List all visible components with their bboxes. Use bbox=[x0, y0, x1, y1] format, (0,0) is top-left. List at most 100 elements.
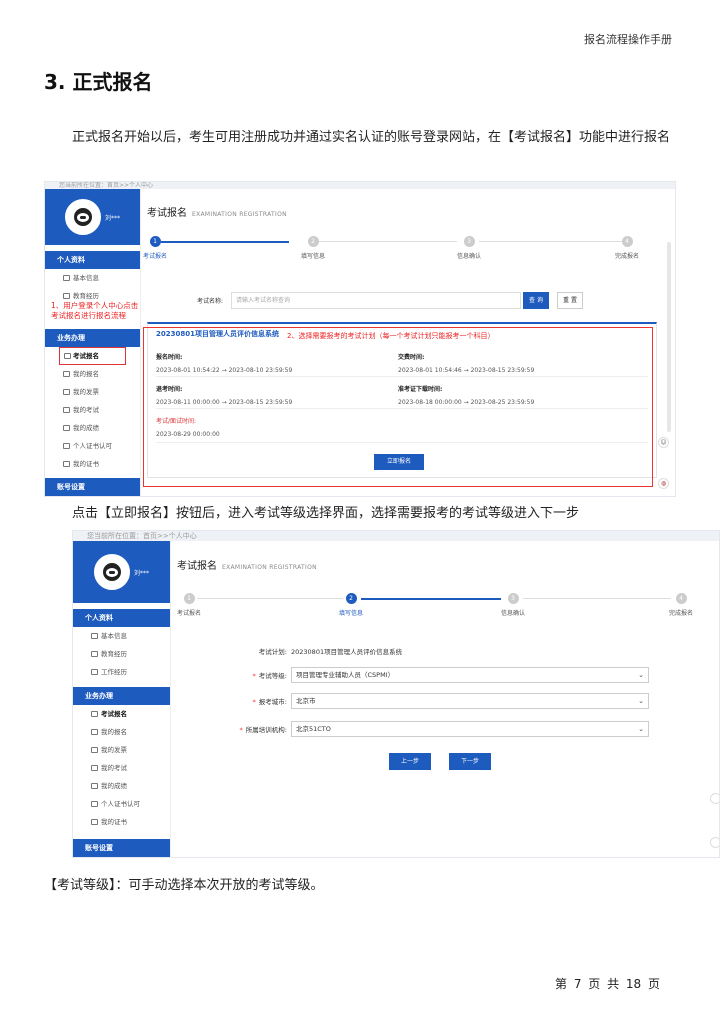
menu-head-business[interactable]: 业务办理 bbox=[45, 329, 140, 347]
city-row: * 报考城市: 北京市 ⌄ bbox=[187, 693, 707, 709]
sidebar-item-work[interactable]: 工作经历 bbox=[73, 663, 170, 681]
sidebar-item-my-invoice[interactable]: 我的发票 bbox=[73, 741, 170, 759]
section-title: 3. 正式报名 bbox=[44, 70, 153, 94]
menu-head-personal[interactable]: 个人资料 bbox=[45, 251, 140, 269]
plan-label: 考试计划: bbox=[258, 648, 287, 656]
avatar-icon[interactable] bbox=[93, 554, 130, 590]
reset-button[interactable]: 重 置 bbox=[557, 292, 583, 309]
step-paragraph: 点击【立即报名】按钮后，进入考试等级选择界面，选择需要报考的考试等级进入下一步 bbox=[72, 506, 580, 521]
step-3: 3 信息确认 bbox=[456, 236, 482, 260]
menu-head-account[interactable]: 账号设置 bbox=[73, 839, 170, 857]
sidebar-item-exam-registration[interactable]: 考试报名 bbox=[73, 705, 170, 723]
certificate-icon bbox=[91, 819, 98, 825]
plan-row: 考试计划: 20230801项目管理人员评价信息系统 bbox=[187, 643, 707, 659]
step-2: 2 填写信息 bbox=[338, 593, 364, 617]
stepper: 1 考试报名 2 填写信息 3 信息确认 4 完成报名 bbox=[177, 593, 711, 623]
sidebar-item-cert-recognition[interactable]: 个人证书认可 bbox=[45, 437, 140, 455]
smile-icon[interactable]: ☺ bbox=[658, 437, 669, 448]
edit-icon bbox=[64, 353, 71, 359]
step-4: 4 完成报名 bbox=[614, 236, 640, 260]
stepper: 1 考试报名 2 填写信息 3 信息确认 4 完成报名 bbox=[143, 236, 657, 266]
user-icon bbox=[63, 275, 70, 281]
step-line bbox=[361, 598, 501, 600]
invoice-icon bbox=[63, 389, 70, 395]
sidebar-item-my-invoice[interactable]: 我的发票 bbox=[45, 383, 140, 401]
main-panel: 考试报名 EXAMINATION REGISTRATION 1 考试报名 2 填写信息… bbox=[143, 194, 657, 487]
step-1: 1 考试报名 bbox=[176, 593, 202, 617]
menu-head-account[interactable]: 账号设置 bbox=[45, 478, 140, 496]
menu-head-business[interactable]: 业务办理 bbox=[73, 687, 170, 705]
panel-title: 考试报名 EXAMINATION REGISTRATION bbox=[177, 561, 317, 572]
score-icon bbox=[91, 783, 98, 789]
side-scroll-icon[interactable] bbox=[710, 793, 719, 804]
edit-icon bbox=[91, 711, 98, 717]
org-label: * 所属培训机构: bbox=[239, 726, 287, 734]
search-row: 考试名称: 请输入考试名称查询 查 询 重 置 bbox=[197, 292, 607, 310]
sidebar-item-exam-registration[interactable]: 考试报名 bbox=[59, 347, 126, 365]
certificate-icon bbox=[63, 443, 70, 449]
step-line bbox=[161, 241, 289, 243]
certificate-icon bbox=[91, 801, 98, 807]
city-select[interactable]: 北京市 ⌄ bbox=[291, 693, 649, 709]
chevron-down-icon: ⌄ bbox=[638, 671, 644, 679]
sidebar-item-my-score[interactable]: 我的成绩 bbox=[45, 419, 140, 437]
intro-paragraph: 正式报名开始以后，考生可用注册成功并通过实名认证的账号登录网站，在【考试报名】功… bbox=[72, 130, 671, 145]
scrollbar[interactable] bbox=[667, 242, 671, 432]
avatar-icon[interactable] bbox=[64, 199, 101, 235]
certificate-icon bbox=[63, 461, 70, 467]
sidebar-item-my-registration[interactable]: 我的报名 bbox=[45, 365, 140, 383]
org-row: * 所属培训机构: 北京51CTO ⌄ bbox=[187, 721, 707, 737]
screenshot-fill-info: 您当前所在位置：首页>>个人中心 刘*** 个人资料 基本信息 教育经历 工作经… bbox=[72, 530, 720, 858]
avatar-area: 刘*** bbox=[45, 189, 140, 245]
sidebar: 刘*** 个人资料 基本信息 教育经历 业务办理 考试报名 我的报名 我的发票 … bbox=[45, 189, 141, 496]
screenshot-exam-registration: 您当前所在位置：首页>>个人中心 刘*** 个人资料 基本信息 教育经历 业务办… bbox=[44, 181, 676, 497]
breadcrumb: 您当前所在位置：首页>>个人中心 bbox=[45, 182, 675, 189]
sidebar-item-my-score[interactable]: 我的成绩 bbox=[73, 777, 170, 795]
sidebar-item-my-exam[interactable]: 我的考试 bbox=[73, 759, 170, 777]
level-label: * 考试等级: bbox=[252, 672, 287, 680]
doc-header: 报名流程操作手册 bbox=[584, 33, 672, 46]
file-icon bbox=[63, 371, 70, 377]
training-org-select[interactable]: 北京51CTO ⌄ bbox=[291, 721, 649, 737]
help-icon[interactable]: ◍ bbox=[658, 478, 669, 489]
level-description: 【考试等级】：可手动选择本次开放的考试等级。 bbox=[44, 878, 324, 893]
invoice-icon bbox=[91, 747, 98, 753]
score-icon bbox=[63, 425, 70, 431]
sidebar-item-basic-info[interactable]: 基本信息 bbox=[45, 269, 140, 287]
city-label: * 报考城市: bbox=[252, 698, 287, 706]
panel-subtitle: EXAMINATION REGISTRATION bbox=[222, 564, 317, 571]
sidebar-item-cert-recognition[interactable]: 个人证书认可 bbox=[73, 795, 170, 813]
book-icon bbox=[63, 407, 70, 413]
annotation-box bbox=[143, 327, 653, 487]
user-name: 刘*** bbox=[133, 569, 149, 577]
panel-title: 考试报名 EXAMINATION REGISTRATION bbox=[147, 208, 287, 219]
sidebar-item-my-registration[interactable]: 我的报名 bbox=[73, 723, 170, 741]
education-icon bbox=[91, 651, 98, 657]
query-button[interactable]: 查 询 bbox=[523, 292, 549, 309]
step-line bbox=[479, 241, 623, 242]
side-scroll-icon[interactable] bbox=[710, 837, 719, 848]
panel-subtitle: EXAMINATION REGISTRATION bbox=[192, 211, 287, 218]
step-line bbox=[523, 598, 671, 599]
main-panel: 考试报名 EXAMINATION REGISTRATION 1 考试报名 2 填写信息… bbox=[177, 547, 711, 849]
exam-level-select[interactable]: 项目管理专业辅助人员（CSPMI） ⌄ bbox=[291, 667, 649, 683]
step-3: 3 信息确认 bbox=[500, 593, 526, 617]
sidebar: 刘*** 个人资料 基本信息 教育经历 工作经历 业务办理 考试报名 我的报名 … bbox=[73, 541, 171, 857]
plan-value: 20230801项目管理人员评价信息系统 bbox=[291, 648, 403, 656]
chevron-down-icon: ⌄ bbox=[638, 697, 644, 705]
step-2: 2 填写信息 bbox=[300, 236, 326, 260]
briefcase-icon bbox=[91, 669, 98, 675]
avatar-area: 刘*** bbox=[73, 541, 170, 603]
page-footer: 第 7 页 共 18 页 bbox=[555, 977, 660, 991]
sidebar-item-basic-info[interactable]: 基本信息 bbox=[73, 627, 170, 645]
sidebar-item-my-exam[interactable]: 我的考试 bbox=[45, 401, 140, 419]
next-button[interactable]: 下一步 bbox=[449, 753, 491, 770]
prev-button[interactable]: 上一步 bbox=[389, 753, 431, 770]
sidebar-item-my-cert[interactable]: 我的证书 bbox=[45, 455, 140, 473]
sidebar-item-my-cert[interactable]: 我的证书 bbox=[73, 813, 170, 831]
menu-head-personal[interactable]: 个人资料 bbox=[73, 609, 170, 627]
search-input[interactable]: 请输入考试名称查询 bbox=[231, 292, 521, 309]
file-icon bbox=[91, 729, 98, 735]
step-1: 1 考试报名 bbox=[142, 236, 168, 260]
sidebar-item-education[interactable]: 教育经历 bbox=[73, 645, 170, 663]
